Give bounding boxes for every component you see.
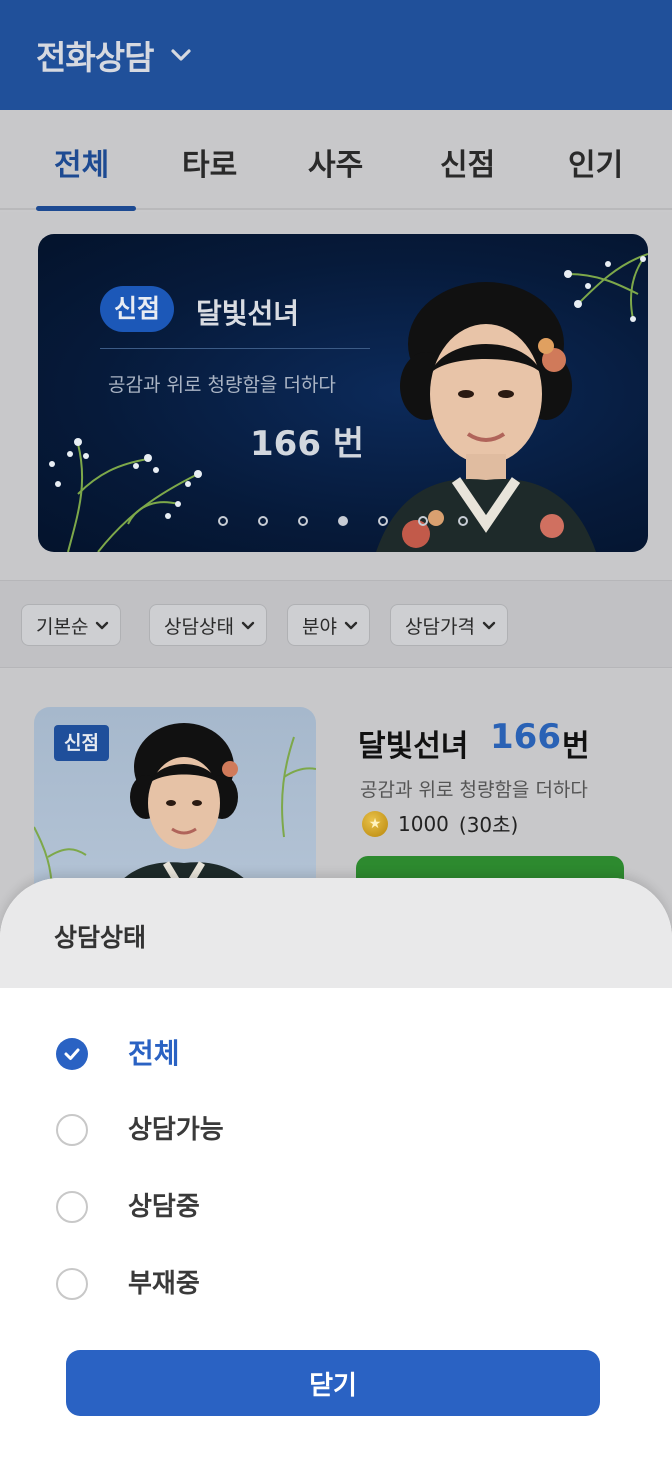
- radio-icon[interactable]: [56, 1114, 88, 1146]
- pagination-dot[interactable]: [258, 516, 268, 526]
- card-price: ★ 1000 (30초): [362, 809, 518, 838]
- status-option-available[interactable]: 상담가능: [56, 1110, 224, 1150]
- sheet-header: 상담상태: [0, 878, 672, 988]
- filter-field[interactable]: 분야: [287, 604, 370, 646]
- status-option-label: 상담중: [128, 1192, 200, 1222]
- pagination-dot[interactable]: [378, 516, 388, 526]
- card-description: 공감과 위로 청량함을 더하다: [360, 779, 588, 801]
- chevron-down-icon: [96, 621, 109, 630]
- radio-icon[interactable]: [56, 1268, 88, 1300]
- banner-divider: [100, 348, 370, 349]
- checked-radio-icon[interactable]: [56, 1038, 88, 1070]
- card-number-unit: 번: [562, 729, 590, 764]
- app-header: 전화상담: [0, 0, 672, 110]
- counselor-portrait: [376, 282, 596, 552]
- tab-all[interactable]: 전체: [54, 140, 109, 184]
- status-option-label: 부재중: [128, 1269, 200, 1299]
- status-option-label: 전체: [128, 1037, 180, 1070]
- close-button[interactable]: 닫기: [66, 1350, 600, 1416]
- tab-sinjeom[interactable]: 신점: [440, 140, 495, 184]
- status-option-all[interactable]: 전체: [56, 1034, 180, 1074]
- tab-saju[interactable]: 사주: [308, 140, 363, 184]
- tab-popular[interactable]: 인기: [568, 140, 623, 184]
- filter-price[interactable]: 상담가격: [390, 604, 508, 646]
- banner-description: 공감과 위로 청량함을 더하다: [108, 374, 336, 396]
- category-tabs: 전체 타로 사주 신점 인기: [0, 110, 672, 211]
- active-tab-indicator: [36, 206, 136, 211]
- chevron-down-icon: [344, 621, 358, 630]
- banner-category-badge: 신점: [100, 286, 175, 332]
- status-bottom-sheet: 상담상태 전체 상담가능 상담중 부재중 닫기: [0, 878, 672, 1470]
- banner-pagination: [218, 516, 468, 526]
- banner-area: 신점 달빛선녀 공감과 위로 청량함을 더하다 166 번: [0, 212, 672, 580]
- pagination-dot-active[interactable]: [338, 516, 348, 526]
- pagination-dot[interactable]: [458, 516, 468, 526]
- status-option-label: 상담가능: [128, 1115, 224, 1145]
- filter-field-label: 분야: [302, 615, 337, 638]
- pagination-dot[interactable]: [418, 516, 428, 526]
- page: 전화상담 전체 타로 사주 신점 인기 신점 달빛선녀 공감과 위로 청량함을 …: [0, 0, 672, 1470]
- card-counselor-name[interactable]: 달빛선녀: [358, 721, 468, 765]
- radio-icon[interactable]: [56, 1191, 88, 1223]
- card-price-value: 1000: [398, 811, 449, 836]
- filter-sort-label: 기본순: [36, 615, 89, 638]
- counselor-thumbnail[interactable]: 신점: [34, 707, 316, 907]
- filter-price-label: 상담가격: [405, 615, 475, 638]
- chevron-down-icon: [482, 621, 496, 630]
- card-category-badge: 신점: [54, 725, 109, 761]
- banner-counselor-name: 달빛선녀: [196, 297, 300, 330]
- chevron-down-icon[interactable]: [169, 42, 195, 68]
- chevron-down-icon: [241, 621, 255, 630]
- card-price-duration: (30초): [458, 813, 519, 837]
- pagination-dot[interactable]: [218, 516, 228, 526]
- promo-banner[interactable]: 신점 달빛선녀 공감과 위로 청량함을 더하다 166 번: [38, 234, 648, 552]
- pagination-dot[interactable]: [298, 516, 308, 526]
- sheet-title: 상담상태: [54, 923, 147, 952]
- card-counselor-number: 166: [490, 717, 561, 757]
- filter-sort[interactable]: 기본순: [21, 604, 122, 646]
- status-option-away[interactable]: 부재중: [56, 1264, 200, 1304]
- filter-status-label: 상담상태: [164, 615, 234, 638]
- flower-branch-icon: [49, 438, 202, 552]
- tab-tarot[interactable]: 타로: [182, 140, 237, 184]
- coin-icon: ★: [362, 810, 388, 837]
- header-title[interactable]: 전화상담: [36, 31, 154, 79]
- banner-counselor-number: 166 번: [250, 424, 365, 464]
- filter-status[interactable]: 상담상태: [149, 604, 267, 646]
- filter-bar: 기본순 상담상태 분야 상담가격: [0, 580, 672, 668]
- status-option-busy[interactable]: 상담중: [56, 1187, 200, 1227]
